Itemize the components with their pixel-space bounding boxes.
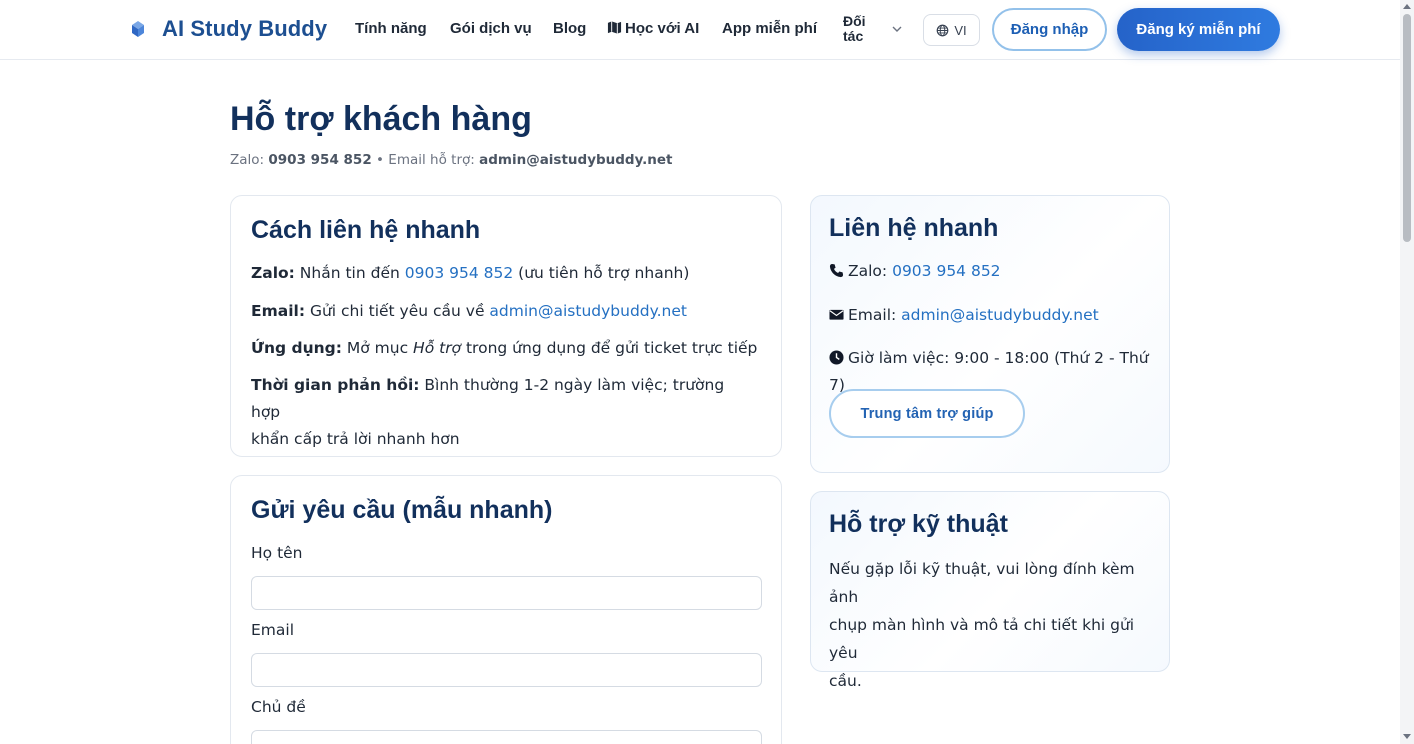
zalo-label: Zalo: [251,264,295,282]
globe-icon [936,24,949,36]
subtitle-zalo-value: 0903 954 852 [268,152,372,168]
subtitle-email-label: Email hỗ trợ: [388,152,475,168]
response-text-line2: khẩn cấp trả lời nhanh hơn [251,430,460,448]
nav-partners[interactable]: Đối tác [843,14,866,44]
zalo-note: (ưu tiên hỗ trợ nhanh) [518,264,690,282]
sidebar-contact-card: Liên hệ nhanh Zalo: 0903 954 852 Email: … [810,195,1170,473]
email-link[interactable]: admin@aistudybuddy.net [489,302,687,320]
request-form-title: Gửi yêu cầu (mẫu nhanh) [251,496,553,524]
scroll-down-arrow[interactable] [1403,734,1411,739]
nav-partners-line2: tác [843,28,864,44]
subtitle-email-value: admin@aistudybuddy.net [479,152,673,168]
email-label: Email: [251,302,306,320]
email-text: Gửi chi tiết yêu cầu về [309,302,485,320]
sidebar-zalo-link[interactable]: 0903 954 852 [892,262,1000,280]
email-input[interactable] [251,653,762,687]
quick-contact-zalo: Zalo: Nhắn tin đến 0903 954 852 (ưu tiên… [251,260,689,287]
email-field-label: Email [251,621,295,639]
brand-name: AI Study Buddy [162,16,328,41]
brand[interactable]: AI Study Buddy [128,16,327,42]
tech-support-line2: chụp màn hình và mô tả chi tiết khi gửi … [829,616,1135,662]
tech-support-title: Hỗ trợ kỹ thuật [829,510,1008,538]
app-text-em: Hỗ trợ [413,339,462,357]
clock-icon [829,350,844,365]
quick-contact-email: Email: Gửi chi tiết yêu cầu về admin@ais… [251,298,687,325]
help-center-button[interactable]: Trung tâm trợ giúp [829,389,1025,438]
quick-contact-title: Cách liên hệ nhanh [251,216,481,244]
language-label: VI [954,22,967,38]
zalo-text: Nhắn tin đến [299,264,400,282]
subtitle-zalo-label: Zalo: [230,152,265,168]
sidebar-zalo: Zalo: 0903 954 852 [829,258,1001,285]
app-label: Ứng dụng: [251,339,342,357]
name-label: Họ tên [251,544,303,562]
signup-button[interactable]: Đăng ký miễn phí [1117,8,1280,51]
page-scrollbar[interactable] [1400,0,1414,744]
app-text-before: Mở mục [346,339,409,357]
zalo-phone-link[interactable]: 0903 954 852 [405,264,513,282]
request-form-card: Gửi yêu cầu (mẫu nhanh) Họ tên Email Chủ… [230,475,782,744]
phone-icon [829,263,844,278]
quick-contact-card: Cách liên hệ nhanh Zalo: Nhắn tin đến 09… [230,195,782,457]
page-title: Hỗ trợ khách hàng [230,100,532,138]
nav-blog[interactable]: Blog [553,20,586,37]
nav-learn-ai[interactable]: Học với AI [607,20,699,37]
top-navbar: AI Study Buddy Tính năng Gói dịch vụ Blo… [0,0,1400,60]
tech-support-card: Hỗ trợ kỹ thuật Nếu gặp lỗi kỹ thuật, vu… [810,491,1170,690]
quick-contact-app: Ứng dụng: Mở mục Hỗ trợ trong ứng dụng đ… [251,335,757,362]
nav-features[interactable]: Tính năng [355,20,427,37]
subtitle-separator: • [376,152,384,168]
quick-contact-response: Thời gian phản hồi: Bình thường 1-2 ngày… [251,372,751,453]
sidebar-email-link[interactable]: admin@aistudybuddy.net [901,306,1099,324]
nav-plans[interactable]: Gói dịch vụ [450,20,532,37]
nav-partners-line1: Đối [843,13,866,29]
scroll-up-arrow[interactable] [1403,4,1411,9]
scroll-thumb[interactable] [1403,14,1411,242]
sidebar-contact-title: Liên hệ nhanh [829,214,999,242]
subject-label: Chủ đề [251,698,306,716]
language-selector[interactable]: VI [923,14,980,46]
envelope-icon [829,309,844,320]
login-button[interactable]: Đăng nhập [992,8,1107,51]
subject-input[interactable] [251,730,762,744]
map-icon [607,21,622,34]
name-input[interactable] [251,576,762,610]
sidebar-hours-text: Giờ làm việc: 9:00 - 18:00 (Thứ 2 - Thứ … [829,349,1149,394]
page-subtitle: Zalo: 0903 954 852 • Email hỗ trợ: admin… [230,152,673,168]
tech-support-line1: Nếu gặp lỗi kỹ thuật, vui lòng đính kèm … [829,560,1135,606]
brand-logo-icon [132,21,144,37]
app-text-after: trong ứng dụng để gửi ticket trực tiếp [465,339,758,357]
tech-support-text: Nếu gặp lỗi kỹ thuật, vui lòng đính kèm … [829,555,1159,695]
sidebar-email: Email: admin@aistudybuddy.net [829,302,1099,329]
nav-free-app[interactable]: App miễn phí [722,20,817,37]
response-label: Thời gian phản hồi: [251,376,420,394]
nav-learn-ai-label: Học với AI [625,20,700,37]
sidebar-zalo-label: Zalo: [848,262,888,280]
tech-support-line3: cầu. [829,672,862,690]
chevron-down-icon[interactable] [890,22,904,36]
sidebar-email-label: Email: [848,306,897,324]
